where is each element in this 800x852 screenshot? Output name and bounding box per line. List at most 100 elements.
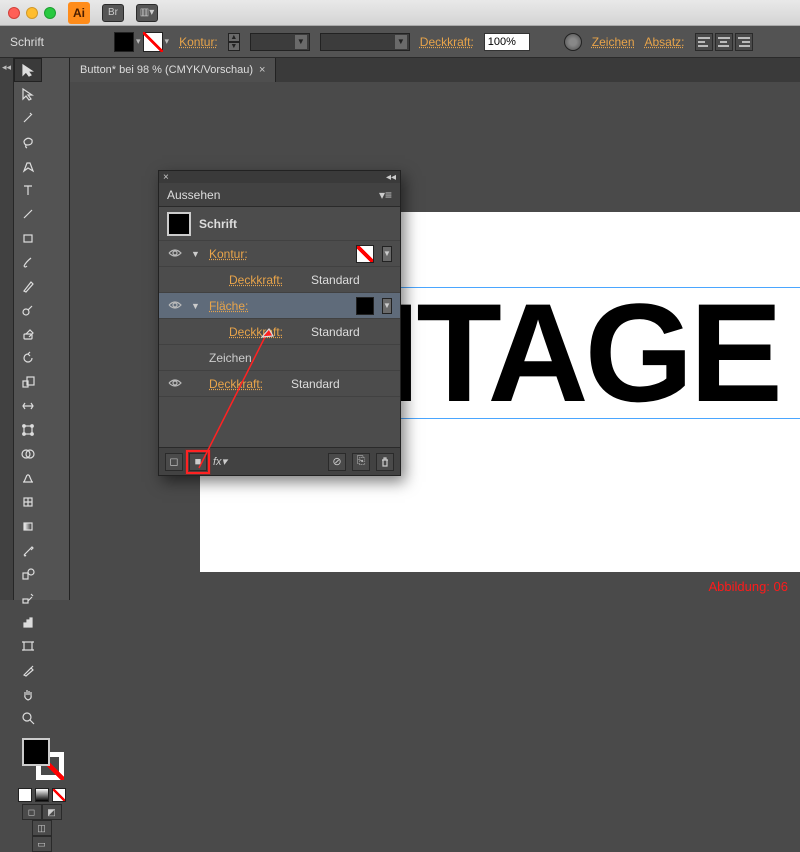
canvas[interactable]: VINTAGE Abbildung: 06 × ◂◂ Aussehen ▾≡ S…	[70, 82, 800, 600]
scale-tool[interactable]	[14, 370, 42, 394]
paragraph-panel-link[interactable]: Absatz:	[645, 35, 685, 49]
document-tab-label: Button* bei 98 % (CMYK/Vorschau)	[80, 64, 253, 76]
document-tab-close[interactable]: ×	[259, 64, 265, 76]
eyedropper-tool[interactable]	[14, 538, 42, 562]
fill-swatch-menu[interactable]: ▼	[382, 298, 392, 314]
fill-stroke-control[interactable]	[20, 736, 64, 780]
fill-color-swatch[interactable]	[356, 297, 374, 315]
pen-tool[interactable]	[14, 154, 42, 178]
perspective-grid-tool[interactable]	[14, 466, 42, 490]
column-graph-tool[interactable]	[14, 610, 42, 634]
opacity-row-value: Standard	[311, 273, 360, 287]
panel-collapse-strip[interactable]: ◂◂	[0, 58, 14, 600]
bridge-button[interactable]: Br	[102, 4, 124, 22]
rectangle-tool[interactable]	[14, 226, 42, 250]
opacity-row-value: Standard	[311, 325, 360, 339]
screen-mode-button[interactable]: ▭	[32, 836, 52, 852]
pencil-tool[interactable]	[14, 274, 42, 298]
stroke-swatch[interactable]	[143, 32, 163, 52]
characters-row[interactable]: Zeichen	[159, 345, 400, 371]
panel-collapse-icon[interactable]: ◂◂	[386, 172, 396, 183]
maximize-window-button[interactable]	[44, 7, 56, 19]
expand-icon[interactable]: ▼	[191, 301, 201, 311]
color-mode-gradient[interactable]	[35, 788, 49, 802]
fill-opacity-row[interactable]: Deckkraft: Standard	[159, 319, 400, 345]
close-window-button[interactable]	[8, 7, 20, 19]
symbol-sprayer-tool[interactable]	[14, 586, 42, 610]
align-right-button[interactable]	[735, 33, 753, 51]
opacity-row-label[interactable]: Deckkraft:	[229, 273, 283, 287]
color-mode-solid[interactable]	[18, 788, 32, 802]
eraser-tool[interactable]	[14, 322, 42, 346]
free-transform-tool[interactable]	[14, 418, 42, 442]
opacity-row-label[interactable]: Deckkraft:	[229, 325, 283, 339]
target-type-label: Schrift	[199, 217, 237, 231]
paintbrush-tool[interactable]	[14, 250, 42, 274]
opacity-label[interactable]: Deckkraft:	[420, 35, 474, 49]
fill-row-label[interactable]: Fläche:	[209, 299, 248, 313]
recolor-icon[interactable]	[564, 33, 582, 51]
color-mode-none[interactable]	[52, 788, 66, 802]
hand-tool[interactable]	[14, 682, 42, 706]
add-effect-button[interactable]: fx▾	[213, 455, 227, 468]
stroke-label[interactable]: Kontur:	[179, 35, 218, 49]
opacity-row-label[interactable]: Deckkraft:	[209, 377, 263, 391]
expand-icon[interactable]: ▼	[191, 249, 201, 259]
line-tool[interactable]	[14, 202, 42, 226]
magic-wand-tool[interactable]	[14, 106, 42, 130]
fill-stroke-proxy[interactable]: ▾ ▾	[114, 32, 169, 52]
stroke-opacity-row[interactable]: Deckkraft: Standard	[159, 267, 400, 293]
artboard-tool[interactable]	[14, 634, 42, 658]
draw-behind[interactable]: ◩	[42, 804, 62, 820]
selection-tool[interactable]	[14, 58, 42, 82]
panel-tab-appearance[interactable]: Aussehen	[167, 188, 220, 202]
workspace-switcher[interactable]: ▥▾	[136, 4, 158, 22]
fill-swatch[interactable]	[114, 32, 134, 52]
panel-close-icon[interactable]: ×	[163, 172, 169, 183]
duplicate-item-button[interactable]: ⎘	[352, 453, 370, 471]
mesh-tool[interactable]	[14, 490, 42, 514]
fill-box[interactable]	[22, 738, 50, 766]
drawing-mode-row: ◻ ◩ ◫	[14, 804, 69, 836]
visibility-toggle[interactable]	[167, 299, 183, 313]
brush-dropdown[interactable]: ▼	[320, 33, 410, 51]
stroke-row[interactable]: ▼ Kontur: ▼	[159, 241, 400, 267]
fill-row[interactable]: ▼ Fläche: ▼	[159, 293, 400, 319]
clear-appearance-button[interactable]: ⊘	[328, 453, 346, 471]
minimize-window-button[interactable]	[26, 7, 38, 19]
draw-inside[interactable]: ◫	[32, 820, 52, 836]
paragraph-align-group	[695, 33, 753, 51]
visibility-toggle[interactable]	[167, 377, 183, 391]
opacity-input[interactable]	[484, 33, 530, 51]
type-tool[interactable]	[14, 178, 42, 202]
stroke-weight-field[interactable]: ▼	[250, 33, 310, 51]
character-panel-link[interactable]: Zeichen	[592, 35, 635, 49]
blob-brush-tool[interactable]	[14, 298, 42, 322]
align-center-button[interactable]	[715, 33, 733, 51]
document-tab[interactable]: Button* bei 98 % (CMYK/Vorschau) ×	[70, 58, 276, 82]
stroke-weight-stepper[interactable]: ▲▼	[228, 33, 240, 51]
stroke-row-label[interactable]: Kontur:	[209, 247, 248, 261]
stroke-swatch-menu[interactable]: ▼	[382, 246, 392, 262]
appearance-panel-footer: ◻ ■ fx▾ ⊘ ⎘	[159, 447, 400, 475]
new-fill-button[interactable]: ■	[189, 453, 207, 471]
zoom-tool[interactable]	[14, 706, 42, 730]
object-opacity-row[interactable]: Deckkraft: Standard	[159, 371, 400, 397]
characters-row-label: Zeichen	[209, 351, 252, 365]
align-left-button[interactable]	[695, 33, 713, 51]
stroke-color-swatch[interactable]	[356, 245, 374, 263]
appearance-target-row: Schrift	[159, 207, 400, 241]
visibility-toggle[interactable]	[167, 247, 183, 261]
shape-builder-tool[interactable]	[14, 442, 42, 466]
blend-tool[interactable]	[14, 562, 42, 586]
direct-selection-tool[interactable]	[14, 82, 42, 106]
delete-item-button[interactable]	[376, 453, 394, 471]
panel-menu-icon[interactable]: ▾≡	[379, 188, 392, 202]
width-tool[interactable]	[14, 394, 42, 418]
rotate-tool[interactable]	[14, 346, 42, 370]
lasso-tool[interactable]	[14, 130, 42, 154]
draw-normal[interactable]: ◻	[22, 804, 42, 820]
gradient-tool[interactable]	[14, 514, 42, 538]
slice-tool[interactable]	[14, 658, 42, 682]
new-stroke-button[interactable]: ◻	[165, 453, 183, 471]
